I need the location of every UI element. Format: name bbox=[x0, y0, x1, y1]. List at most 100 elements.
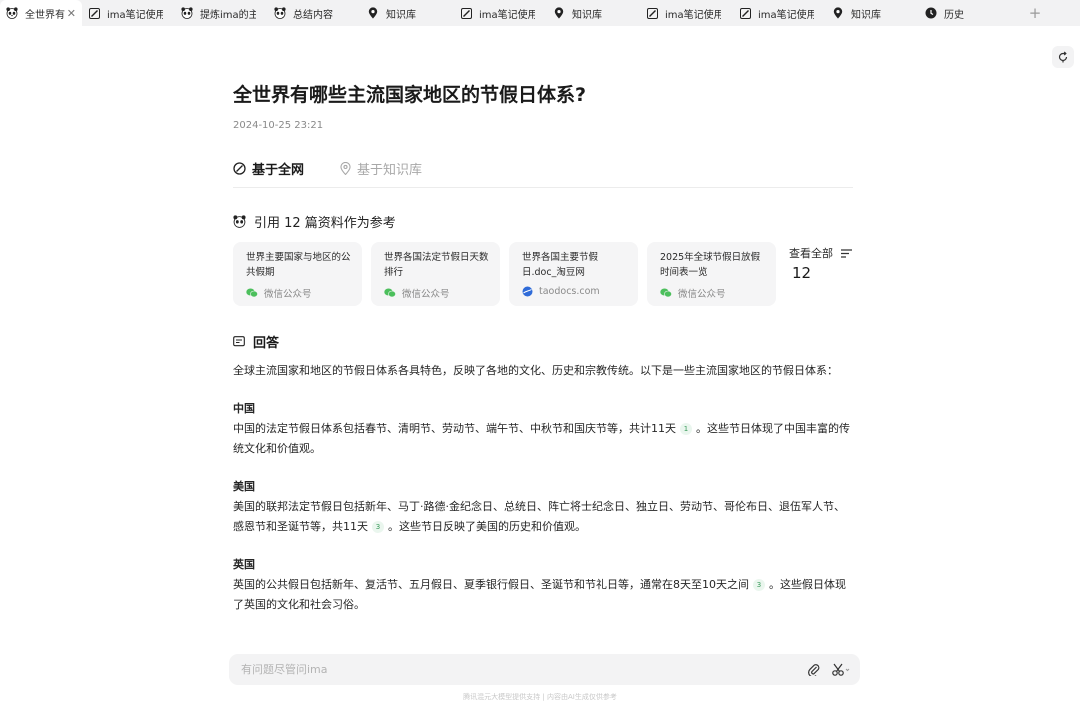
refresh-icon bbox=[1057, 48, 1069, 67]
edit-icon bbox=[88, 7, 100, 19]
wechat-icon bbox=[246, 288, 258, 298]
location-icon bbox=[832, 7, 844, 19]
view-all-references-button[interactable]: 查看全部 12 bbox=[789, 245, 859, 282]
scissors-icon[interactable] bbox=[832, 663, 850, 676]
tab-label: 历史 bbox=[944, 9, 964, 21]
section-heading: 美国 bbox=[233, 480, 255, 493]
reference-count: 12 bbox=[792, 264, 812, 282]
reference-title: 世界主要国家与地区的公共假期 bbox=[246, 252, 351, 278]
section-text: 美国的联邦法定节假日包括新年、马丁·路德·金纪念日、总统日、阵亡将士纪念日、独立… bbox=[233, 497, 855, 537]
tab-label: ima笔记使用 bbox=[107, 9, 163, 21]
tab-0[interactable]: 全世界有 ✕ bbox=[0, 0, 82, 26]
wechat-icon bbox=[384, 288, 396, 298]
tab-label: ima笔记使用 bbox=[665, 9, 721, 21]
attach-icon[interactable] bbox=[808, 663, 820, 676]
reference-source-label: 微信公众号 bbox=[264, 289, 312, 300]
reference-card[interactable]: 世界各国法定节假日天数排行 微信公众号 bbox=[371, 242, 500, 306]
references-heading: 引用 12 篇资料作为参考 bbox=[233, 212, 396, 231]
section-text: 中国的法定节假日体系包括春节、清明节、劳动节、端午节、中秋节和国庆节等，共计11… bbox=[233, 419, 855, 459]
tab-knowledge-base[interactable]: 基于知识库 bbox=[340, 158, 422, 178]
reference-card[interactable]: 世界各国主要节假日.doc_淘豆网 taodocs.com bbox=[509, 242, 638, 306]
edit-icon bbox=[739, 7, 751, 19]
tab-bar: 全世界有 ✕ ima笔记使用 提炼ima的主 总结内容 知识库 ima笔记使用 … bbox=[0, 0, 1080, 26]
location-icon bbox=[367, 7, 379, 19]
tab-6[interactable]: 知识库 bbox=[547, 0, 640, 26]
answer-section-uk: 英国 英国的公共假日包括新年、复活节、五月假日、夏季银行假日、圣诞节和节礼日等，… bbox=[233, 555, 855, 615]
location-icon bbox=[553, 7, 565, 19]
answer-intro: 全球主流国家和地区的节假日体系各具特色，反映了各地的文化、历史和宗教传统。以下是… bbox=[233, 364, 838, 377]
wechat-icon bbox=[660, 288, 672, 298]
panda-icon bbox=[274, 7, 286, 19]
edit-icon bbox=[460, 7, 472, 19]
globe-icon bbox=[522, 286, 533, 297]
answer-section-china: 中国 中国的法定节假日体系包括春节、清明节、劳动节、端午节、中秋节和国庆节等，共… bbox=[233, 399, 855, 459]
tab-knowledge-base-label: 基于知识库 bbox=[357, 162, 423, 178]
footer-disclaimer: 腾讯混元大模型提供支持 | 内容由AI生成仅供参考 bbox=[463, 693, 617, 701]
tab-label: 知识库 bbox=[572, 9, 602, 21]
panda-icon bbox=[6, 7, 18, 19]
section-heading: 英国 bbox=[233, 558, 255, 571]
tab-4[interactable]: 知识库 bbox=[361, 0, 454, 26]
refresh-button[interactable] bbox=[1052, 46, 1074, 68]
timestamp: 2024-10-25 23:21 bbox=[233, 120, 324, 131]
citation-badge[interactable]: 1 bbox=[680, 423, 692, 435]
reference-source: taodocs.com bbox=[522, 286, 628, 297]
page-title: 全世界有哪些主流国家地区的节假日体系? bbox=[233, 84, 587, 106]
ask-input[interactable] bbox=[241, 663, 796, 676]
reference-source: 微信公众号 bbox=[246, 286, 352, 300]
edit-icon bbox=[646, 7, 658, 19]
reference-source-label: 微信公众号 bbox=[402, 289, 450, 300]
location-icon bbox=[340, 161, 351, 175]
tab-9[interactable]: 知识库 bbox=[826, 0, 919, 26]
tab-web-search-label: 基于全网 bbox=[252, 162, 305, 178]
tab-label: 提炼ima的主 bbox=[200, 9, 256, 21]
tab-1[interactable]: ima笔记使用 bbox=[82, 0, 175, 26]
answer-heading-text: 回答 bbox=[253, 336, 280, 351]
reference-card[interactable]: 2025年全球节假日放假时间表一览 微信公众号 bbox=[647, 242, 776, 306]
reference-source: 微信公众号 bbox=[660, 286, 766, 300]
tab-2[interactable]: 提炼ima的主 bbox=[175, 0, 268, 26]
reference-source-label: 微信公众号 bbox=[678, 289, 726, 300]
reference-cards: 世界主要国家与地区的公共假期 微信公众号 世界各国法定节假日天数排行 微信公众号… bbox=[233, 242, 785, 306]
reference-source-label: taodocs.com bbox=[539, 286, 600, 297]
view-all-label: 查看全部 bbox=[789, 247, 833, 260]
citation-badge[interactable]: 3 bbox=[753, 579, 765, 591]
tab-8[interactable]: ima笔记使用 bbox=[733, 0, 826, 26]
panda-icon bbox=[233, 215, 246, 228]
panda-icon bbox=[181, 7, 193, 19]
references-heading-text: 引用 12 篇资料作为参考 bbox=[254, 216, 396, 231]
compass-icon bbox=[233, 161, 246, 175]
mode-tabs: 基于全网 基于知识库 bbox=[233, 158, 853, 188]
reference-source: 微信公众号 bbox=[384, 286, 490, 300]
tab-label: 知识库 bbox=[851, 9, 881, 21]
reference-title: 世界各国主要节假日.doc_淘豆网 bbox=[522, 252, 599, 278]
close-icon[interactable]: ✕ bbox=[67, 7, 76, 20]
list-icon bbox=[841, 248, 852, 258]
tab-3[interactable]: 总结内容 bbox=[268, 0, 361, 26]
tab-label: 总结内容 bbox=[293, 9, 333, 21]
section-text: 英国的公共假日包括新年、复活节、五月假日、夏季银行假日、圣诞节和节礼日等，通常在… bbox=[233, 575, 855, 615]
reference-card[interactable]: 世界主要国家与地区的公共假期 微信公众号 bbox=[233, 242, 362, 306]
tab-label: 知识库 bbox=[386, 9, 416, 21]
new-tab-button[interactable]: + bbox=[1020, 4, 1050, 22]
section-text-after: 。这些节日反映了美国的历史和价值观。 bbox=[388, 520, 586, 533]
tab-5[interactable]: ima笔记使用 bbox=[454, 0, 547, 26]
tab-10[interactable]: 历史 bbox=[919, 0, 1012, 26]
tab-label: 全世界有 bbox=[25, 9, 65, 21]
tab-label: ima笔记使用 bbox=[758, 9, 814, 21]
answer-body: 全球主流国家和地区的节假日体系各具特色，反映了各地的文化、历史和宗教传统。以下是… bbox=[233, 361, 855, 615]
reference-title: 2025年全球节假日放假时间表一览 bbox=[660, 252, 761, 278]
ask-bar bbox=[229, 654, 860, 685]
citation-badge[interactable]: 3 bbox=[372, 521, 384, 533]
answer-section-usa: 美国 美国的联邦法定节假日包括新年、马丁·路德·金纪念日、总统日、阵亡将士纪念日… bbox=[233, 477, 855, 537]
clock-icon bbox=[925, 7, 937, 19]
section-heading: 中国 bbox=[233, 402, 255, 415]
section-text-before: 英国的公共假日包括新年、复活节、五月假日、夏季银行假日、圣诞节和节礼日等，通常在… bbox=[233, 578, 749, 591]
answer-heading: 回答 bbox=[233, 332, 279, 351]
message-icon bbox=[233, 335, 245, 348]
tab-label: ima笔记使用 bbox=[479, 9, 535, 21]
tab-7[interactable]: ima笔记使用 bbox=[640, 0, 733, 26]
tab-web-search[interactable]: 基于全网 bbox=[233, 158, 304, 178]
section-text-before: 中国的法定节假日体系包括春节、清明节、劳动节、端午节、中秋节和国庆节等，共计11… bbox=[233, 422, 676, 435]
reference-title: 世界各国法定节假日天数排行 bbox=[384, 252, 489, 278]
